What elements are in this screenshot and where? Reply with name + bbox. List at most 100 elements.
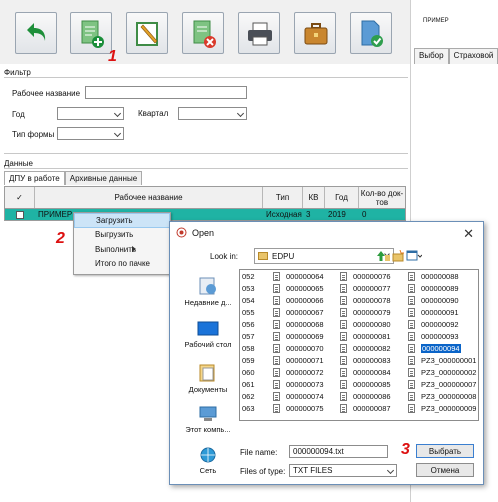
file-item[interactable]: 000000069 — [273, 330, 337, 342]
file-name-input[interactable]: 000000094.txt — [289, 445, 388, 458]
file-item-label: 000000093 — [421, 331, 459, 341]
tab-strakhovoy[interactable]: Страховой — [448, 48, 498, 64]
file-item-label: 000000094 — [421, 343, 461, 353]
place-computer-label: Этот компь... — [185, 425, 231, 434]
col-year[interactable]: Год — [325, 187, 359, 208]
text-file-icon — [408, 307, 415, 317]
file-item[interactable]: 000000094 — [408, 342, 478, 354]
place-desktop[interactable]: Рабочий стол — [176, 320, 240, 349]
file-item-label: 060 — [242, 367, 255, 377]
file-item-label: 000000076 — [353, 271, 391, 281]
menu-item-load[interactable]: Загрузить — [74, 213, 170, 228]
documents-grid: ✓ Рабочее название Тип КВ Год Кол-во док… — [4, 186, 406, 221]
file-item-label: 062 — [242, 391, 255, 401]
file-item-label: 000000070 — [286, 343, 324, 353]
col-doc-count[interactable]: Кол-во док-тов — [359, 187, 405, 208]
file-item[interactable]: 000000087 — [340, 402, 406, 414]
table-row[interactable]: ПРИМЕР Исходная 3 2019 0 — [5, 209, 405, 220]
file-item[interactable]: 000000072 — [273, 366, 337, 378]
text-file-icon — [340, 331, 347, 341]
quarter-select[interactable] — [178, 107, 247, 120]
file-item[interactable]: 000000068 — [273, 318, 337, 330]
file-type-select[interactable]: TXT FILES — [289, 464, 397, 477]
file-item[interactable]: 000000067 — [273, 306, 337, 318]
file-item[interactable]: 000000074 — [273, 390, 337, 402]
place-computer[interactable]: Этот компь... — [176, 405, 240, 434]
cancel-button[interactable]: Отмена — [416, 463, 474, 477]
text-file-icon — [273, 367, 280, 377]
briefcase-button[interactable] — [294, 12, 336, 54]
file-item-label: 000000091 — [421, 307, 459, 317]
back-button[interactable] — [15, 12, 57, 54]
row-checkbox[interactable] — [16, 210, 24, 219]
col-kv[interactable]: КВ — [303, 187, 325, 208]
new-folder-icon[interactable] — [392, 250, 404, 262]
work-name-input[interactable] — [85, 86, 247, 99]
file-item-label: 000000075 — [286, 403, 324, 413]
places-bar: Недавние д... Рабочий стол Документы Это… — [176, 268, 240, 478]
delete-document-button[interactable] — [182, 12, 224, 54]
file-item[interactable]: PZ3_000000001 — [408, 354, 478, 366]
menu-item-batch-total[interactable]: Итого по пачке — [74, 257, 170, 272]
col-check[interactable]: ✓ — [5, 187, 35, 208]
view-menu-icon[interactable] — [406, 250, 422, 262]
file-item[interactable]: 000000091 — [408, 306, 478, 318]
file-item-label: 000000078 — [353, 295, 391, 305]
file-item[interactable]: 000000075 — [273, 402, 337, 414]
edit-button[interactable] — [126, 12, 168, 54]
file-item[interactable]: 000000073 — [273, 378, 337, 390]
file-item[interactable]: 000000076 — [340, 270, 406, 282]
open-button[interactable]: Выбрать — [416, 444, 474, 458]
menu-item-unload[interactable]: Выгрузить — [74, 228, 170, 243]
up-folder-icon[interactable] — [376, 250, 390, 262]
file-item[interactable]: 000000082 — [340, 342, 406, 354]
col-work-name[interactable]: Рабочее название — [35, 187, 263, 208]
place-network[interactable]: Сеть — [176, 446, 240, 475]
file-item[interactable]: 000000083 — [340, 354, 406, 366]
file-item-label: PZ3_000000008 — [421, 391, 477, 401]
file-item[interactable]: 000000088 — [408, 270, 478, 282]
file-item[interactable]: PZ3_000000008 — [408, 390, 478, 402]
file-item[interactable]: 000000092 — [408, 318, 478, 330]
col-type[interactable]: Тип — [263, 187, 303, 208]
file-item[interactable]: PZ3_000000002 — [408, 366, 478, 378]
file-item[interactable]: 000000085 — [340, 378, 406, 390]
file-item[interactable]: 000000089 — [408, 282, 478, 294]
check-document-button[interactable] — [350, 12, 392, 54]
grid-header: ✓ Рабочее название Тип КВ Год Кол-во док… — [5, 187, 405, 209]
tab-dpu-in-work[interactable]: ДПУ в работе — [4, 171, 65, 185]
text-file-icon — [273, 355, 280, 365]
file-item[interactable]: 000000093 — [408, 330, 478, 342]
file-item[interactable]: 000000077 — [340, 282, 406, 294]
tab-archive[interactable]: Архивные данные — [64, 171, 143, 185]
file-item[interactable]: 000000086 — [340, 390, 406, 402]
look-in-select[interactable]: EDPU — [254, 248, 394, 264]
place-documents[interactable]: Документы — [176, 363, 240, 394]
close-icon[interactable]: ✕ — [463, 226, 474, 242]
tab-vybor[interactable]: Выбор — [414, 48, 449, 64]
year-select[interactable] — [57, 107, 124, 120]
computer-icon — [199, 406, 217, 421]
file-column-3: 000000076 000000077 000000078 000000079 0000… — [340, 270, 406, 414]
file-item[interactable]: 000000084 — [340, 366, 406, 378]
add-document-button[interactable] — [70, 12, 112, 54]
file-item[interactable]: 000000064 — [273, 270, 337, 282]
file-item[interactable]: 000000070 — [273, 342, 337, 354]
file-item[interactable]: 000000065 — [273, 282, 337, 294]
file-item[interactable]: 000000071 — [273, 354, 337, 366]
file-item[interactable]: 000000079 — [340, 306, 406, 318]
form-type-select[interactable] — [57, 127, 124, 140]
file-item[interactable]: 000000078 — [340, 294, 406, 306]
place-recent[interactable]: Недавние д... — [176, 276, 240, 307]
file-item[interactable]: PZ3_000000009 — [408, 402, 478, 414]
print-button[interactable] — [238, 12, 280, 54]
file-item[interactable]: 000000066 — [273, 294, 337, 306]
menu-item-execute[interactable]: Выполнить — [74, 242, 170, 257]
file-item-label: 053 — [242, 283, 255, 293]
file-item[interactable]: PZ3_000000007 — [408, 378, 478, 390]
add-document-icon — [81, 20, 104, 48]
file-item[interactable]: 000000090 — [408, 294, 478, 306]
row-checkbox-cell[interactable] — [5, 209, 35, 220]
file-item[interactable]: 000000081 — [340, 330, 406, 342]
file-item[interactable]: 000000080 — [340, 318, 406, 330]
